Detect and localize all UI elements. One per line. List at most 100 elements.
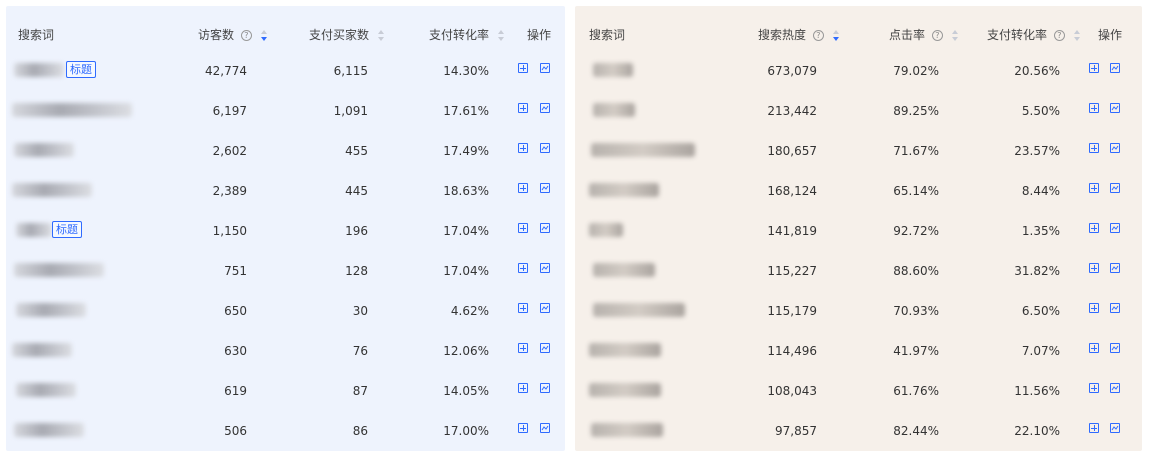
blurred-keyword[interactable]: [593, 63, 633, 77]
table-cell-value: 455: [345, 144, 368, 158]
table-row: 168,124 65.14% 8.44%: [575, 171, 1142, 211]
table-row: 标题 1,150 196 17.04%: [6, 211, 565, 251]
header-conversion[interactable]: 支付转化率: [429, 28, 506, 42]
trend-chart-icon[interactable]: [540, 343, 550, 353]
add-icon[interactable]: [518, 63, 528, 73]
sort-icon[interactable]: [260, 29, 269, 42]
blurred-keyword[interactable]: [12, 343, 72, 357]
add-icon[interactable]: [1089, 423, 1099, 433]
blurred-keyword[interactable]: [589, 343, 661, 357]
blurred-keyword[interactable]: [593, 263, 655, 277]
trend-chart-icon[interactable]: [1110, 63, 1120, 73]
table-cell-value: 17.04%: [443, 224, 489, 238]
add-icon[interactable]: [518, 103, 528, 113]
trend-chart-icon[interactable]: [540, 183, 550, 193]
add-icon[interactable]: [1089, 303, 1099, 313]
trend-chart-icon[interactable]: [1110, 263, 1120, 273]
table-cell-value: 180,657: [767, 144, 817, 158]
header-buyers[interactable]: 支付买家数: [309, 28, 386, 42]
add-icon[interactable]: [518, 303, 528, 313]
blurred-keyword[interactable]: [12, 183, 92, 197]
table-cell-value: 506: [224, 424, 247, 438]
table-cell-value: 22.10%: [1014, 424, 1060, 438]
table-cell-value: 61.76%: [893, 384, 939, 398]
blurred-keyword[interactable]: [14, 423, 84, 437]
add-icon[interactable]: [1089, 183, 1099, 193]
blurred-keyword[interactable]: [14, 143, 74, 157]
trend-chart-icon[interactable]: [540, 103, 550, 113]
trend-chart-icon[interactable]: [1110, 383, 1120, 393]
trend-chart-icon[interactable]: [1110, 423, 1120, 433]
add-icon[interactable]: [1089, 223, 1099, 233]
blurred-keyword[interactable]: [593, 303, 685, 317]
header-conversion[interactable]: 支付转化率 ?: [987, 28, 1082, 42]
trend-chart-icon[interactable]: [1110, 183, 1120, 193]
add-icon[interactable]: [1089, 343, 1099, 353]
question-circle-icon[interactable]: ?: [931, 30, 943, 41]
header-heat[interactable]: 搜索热度 ?: [758, 28, 841, 42]
table-cell-value: 630: [224, 344, 247, 358]
table-cell-value: 17.00%: [443, 424, 489, 438]
header-ctr[interactable]: 点击率 ?: [889, 28, 960, 42]
add-icon[interactable]: [518, 223, 528, 233]
table-cell-value: 31.82%: [1014, 264, 1060, 278]
trend-chart-icon[interactable]: [540, 63, 550, 73]
header-ctr-label: 点击率: [889, 28, 926, 42]
add-icon[interactable]: [1089, 263, 1099, 273]
table-row: 6,197 1,091 17.61%: [6, 91, 565, 131]
table-row: 114,496 41.97% 7.07%: [575, 331, 1142, 371]
blurred-keyword[interactable]: [16, 303, 86, 317]
add-icon[interactable]: [518, 343, 528, 353]
table-cell-value: 4.62%: [450, 304, 489, 318]
blurred-keyword[interactable]: [591, 143, 695, 157]
blurred-keyword[interactable]: [14, 63, 64, 77]
trend-chart-icon[interactable]: [1110, 343, 1120, 353]
question-circle-icon[interactable]: ?: [812, 30, 824, 41]
trend-chart-icon[interactable]: [540, 423, 550, 433]
trend-chart-icon[interactable]: [540, 143, 550, 153]
trend-chart-icon[interactable]: [540, 263, 550, 273]
add-icon[interactable]: [1089, 383, 1099, 393]
blurred-keyword[interactable]: [16, 223, 52, 237]
blurred-keyword[interactable]: [16, 383, 76, 397]
blurred-keyword[interactable]: [589, 383, 661, 397]
trend-chart-icon[interactable]: [1110, 223, 1120, 233]
blurred-keyword[interactable]: [589, 223, 623, 237]
table-cell-value: 1,150: [212, 224, 247, 238]
sort-icon[interactable]: [377, 29, 386, 42]
add-icon[interactable]: [518, 383, 528, 393]
table-cell-value: 12.06%: [443, 344, 489, 358]
sort-icon[interactable]: [951, 29, 960, 42]
add-icon[interactable]: [518, 423, 528, 433]
question-circle-icon[interactable]: ?: [1053, 30, 1065, 41]
trend-chart-icon[interactable]: [540, 303, 550, 313]
sort-icon[interactable]: [1073, 29, 1082, 42]
trend-chart-icon[interactable]: [540, 383, 550, 393]
sort-icon[interactable]: [832, 29, 841, 42]
table-cell-value: 213,442: [767, 104, 817, 118]
table-cell-value: 673,079: [767, 64, 817, 78]
add-icon[interactable]: [1089, 103, 1099, 113]
trend-chart-icon[interactable]: [1110, 103, 1120, 113]
add-icon[interactable]: [518, 143, 528, 153]
table-row: 141,819 92.72% 1.35%: [575, 211, 1142, 251]
trend-chart-icon[interactable]: [540, 223, 550, 233]
header-visitors[interactable]: 访客数 ?: [198, 28, 269, 42]
trend-chart-icon[interactable]: [1110, 143, 1120, 153]
add-icon[interactable]: [518, 183, 528, 193]
sort-icon[interactable]: [497, 29, 506, 42]
add-icon[interactable]: [1089, 143, 1099, 153]
blurred-keyword[interactable]: [12, 103, 132, 117]
trend-chart-icon[interactable]: [1110, 303, 1120, 313]
blurred-keyword[interactable]: [589, 183, 659, 197]
blurred-keyword[interactable]: [14, 263, 104, 277]
question-circle-icon[interactable]: ?: [240, 30, 252, 41]
blurred-keyword[interactable]: [591, 423, 663, 437]
table-cell-value: 445: [345, 184, 368, 198]
add-icon[interactable]: [518, 263, 528, 273]
table-cell-value: 17.61%: [443, 104, 489, 118]
table-row: 650 30 4.62%: [6, 291, 565, 331]
add-icon[interactable]: [1089, 63, 1099, 73]
table-cell-value: 41.97%: [893, 344, 939, 358]
blurred-keyword[interactable]: [593, 103, 635, 117]
